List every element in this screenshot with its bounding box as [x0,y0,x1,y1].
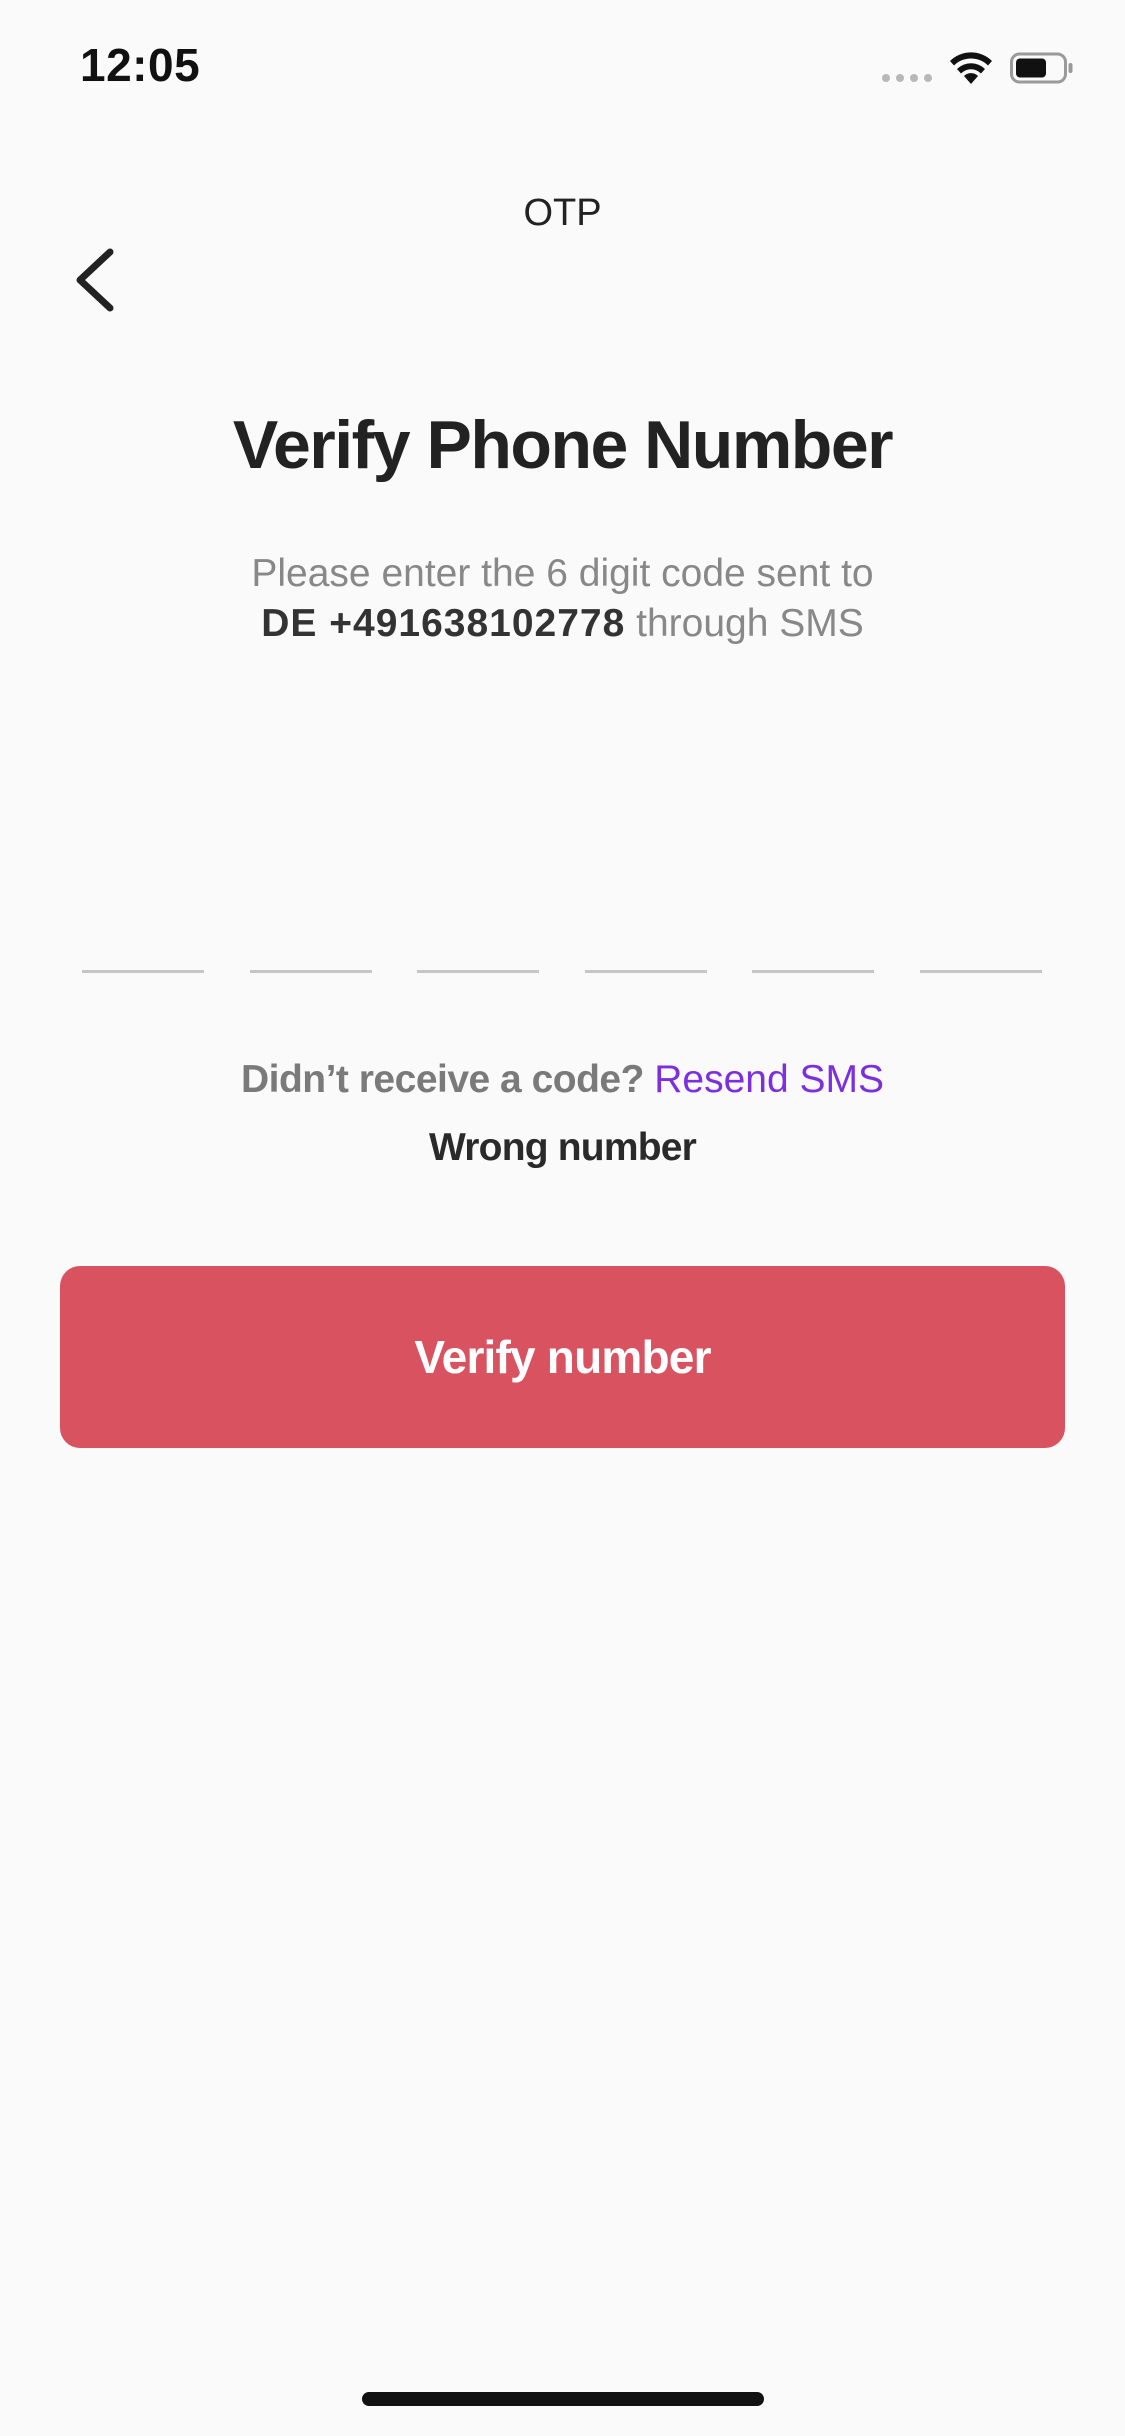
otp-input-group [82,940,1042,973]
instruction-text: Please enter the 6 digit code sent to [251,552,874,595]
verify-number-label: Verify number [414,1331,711,1383]
resend-row: Didn’t receive a code? Resend SMS [0,1058,1125,1102]
otp-digit-6[interactable] [919,940,1042,973]
back-button[interactable] [66,244,126,316]
otp-digit-2[interactable] [249,940,372,973]
home-indicator[interactable] [362,2392,764,2406]
battery-icon [1010,52,1073,84]
resend-question: Didn’t receive a code? [240,1058,655,1101]
phone-number: DE +491638102778 [261,602,626,645]
cellular-signal-icon [882,74,932,82]
wrong-number-link[interactable]: Wrong number [0,1126,1125,1170]
phone-line: DE +491638102778 through SMS [0,602,1125,646]
status-time: 12:05 [80,39,201,91]
sms-suffix: through SMS [625,602,864,645]
chevron-left-icon [76,248,114,312]
otp-digit-1[interactable] [82,940,204,973]
resend-sms-link[interactable]: Resend SMS [654,1058,884,1101]
otp-digit-3[interactable] [417,940,540,973]
wifi-icon [950,52,992,84]
page-title: Verify Phone Number [232,407,894,483]
verify-number-button[interactable]: Verify number [60,1266,1065,1448]
otp-digit-4[interactable] [584,940,707,973]
nav-title: OTP [523,192,602,234]
otp-digit-5[interactable] [752,940,875,973]
